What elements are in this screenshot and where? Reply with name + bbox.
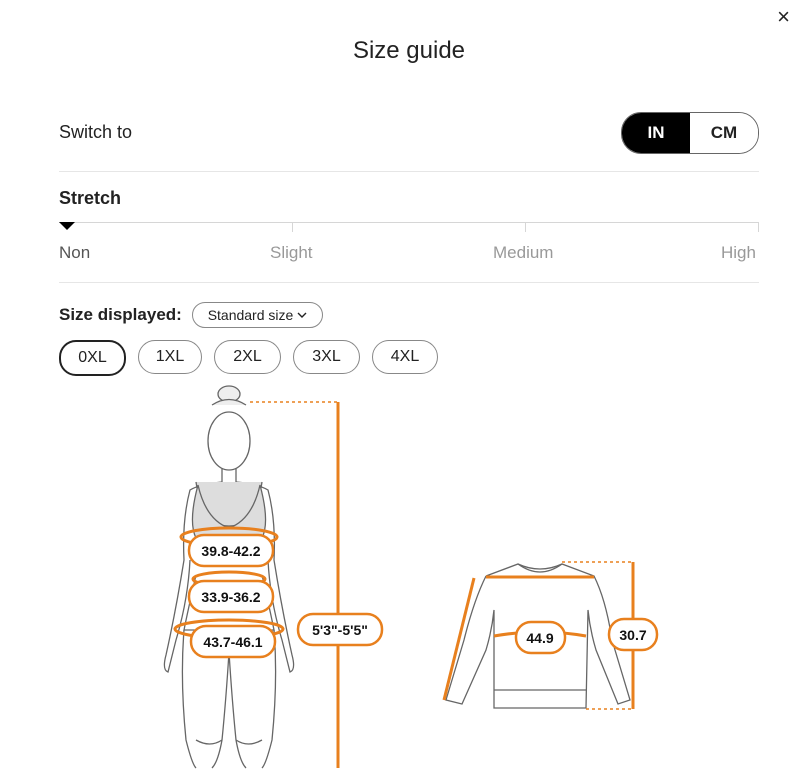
waist-value: 33.9-36.2 — [201, 589, 260, 605]
unit-switch-row: Switch to IN CM — [59, 112, 759, 154]
stretch-scale — [59, 222, 759, 223]
stretch-pointer-icon — [59, 222, 75, 230]
height-value: 5'3"-5'5" — [312, 622, 368, 638]
stretch-tick — [292, 222, 293, 232]
switch-to-label: Switch to — [59, 122, 133, 142]
unit-cm-button[interactable]: CM — [690, 113, 758, 153]
close-icon[interactable]: × — [777, 6, 790, 28]
garment-length-value: 30.7 — [619, 627, 646, 643]
size-chip-0xl[interactable]: 0XL — [59, 340, 126, 376]
divider — [59, 171, 759, 172]
size-type-value: Standard size — [207, 307, 294, 323]
measurement-illustration: 39.8-42.2 33.9-36.2 43.7-46.1 5'3"-5'5" … — [163, 385, 659, 769]
size-chip-1xl[interactable]: 1XL — [138, 340, 202, 374]
garment-sleeve-line — [442, 577, 476, 701]
size-type-dropdown[interactable]: Standard size — [192, 302, 323, 328]
hips-value: 43.7-46.1 — [203, 634, 262, 650]
unit-in-button[interactable]: IN — [622, 113, 690, 153]
body-figure-icon — [163, 385, 295, 769]
chevron-down-icon — [297, 312, 307, 318]
divider — [59, 282, 759, 283]
stretch-label-non: Non — [59, 243, 91, 262]
size-chip-4xl[interactable]: 4XL — [372, 340, 438, 374]
garment-width-value: 44.9 — [526, 630, 553, 646]
size-chip-2xl[interactable]: 2XL — [214, 340, 281, 374]
stretch-label-medium: Medium — [493, 243, 554, 262]
stretch-tick — [758, 222, 759, 232]
size-chip-group: 0XL 1XL 2XL 3XL 4XL — [59, 340, 438, 376]
dialog-title: Size guide — [352, 37, 466, 64]
size-displayed-label: Size displayed: — [59, 305, 182, 324]
stretch-label-slight: Slight — [270, 243, 313, 262]
bust-value: 39.8-42.2 — [201, 543, 260, 559]
unit-toggle: IN CM — [621, 112, 759, 154]
stretch-title: Stretch — [59, 188, 122, 208]
stretch-tick — [525, 222, 526, 232]
size-chip-3xl[interactable]: 3XL — [293, 340, 360, 374]
stretch-label-high: High — [721, 243, 756, 262]
